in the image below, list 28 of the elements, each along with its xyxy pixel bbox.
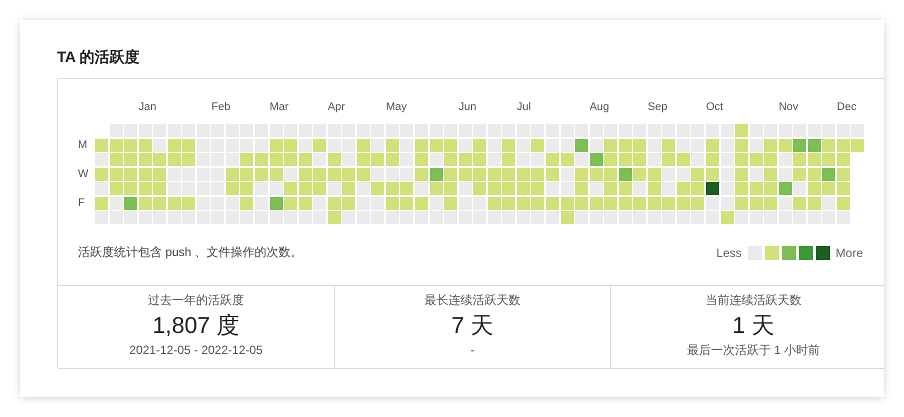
month-label: Oct — [706, 100, 724, 114]
month-label: May — [386, 100, 407, 114]
month-label: Aug — [590, 100, 610, 114]
month-label: Feb — [211, 100, 230, 114]
activity-note: 活跃度统计包含 push 、文件操作的次数。 — [78, 244, 303, 262]
legend-more-label: More — [836, 246, 863, 260]
month-label: Sep — [648, 100, 668, 114]
stat-value: 7 天 — [451, 311, 494, 340]
month-label: Jul — [516, 100, 531, 114]
stat-caption: - — [470, 342, 474, 358]
stat-caption: 2021-12-05 - 2022-12-05 — [129, 342, 263, 358]
card-title: TA 的活跃度 — [57, 48, 140, 68]
stat-caption: 最后一次活跃于 1 小时前 — [686, 342, 820, 358]
month-label: Nov — [778, 100, 798, 114]
legend-less-label: Less — [716, 246, 742, 260]
weekday-label: W — [77, 168, 90, 181]
weekday-label: F — [77, 196, 86, 210]
month-label: Dec — [836, 100, 856, 114]
stat-label: 最长连续活跃天数 — [424, 292, 520, 308]
weekday-label: M — [77, 138, 88, 152]
stat-label: 当前连续活跃天数 — [706, 292, 802, 308]
month-label: Apr — [328, 100, 345, 114]
stat-label: 过去一年的活跃度 — [148, 292, 244, 308]
stat-value: 1,807 度 — [152, 311, 240, 340]
stat-value: 1 天 — [732, 311, 775, 340]
month-label: Jun — [458, 100, 476, 114]
month-label: Jan — [138, 100, 156, 114]
month-label: Mar — [270, 100, 289, 114]
